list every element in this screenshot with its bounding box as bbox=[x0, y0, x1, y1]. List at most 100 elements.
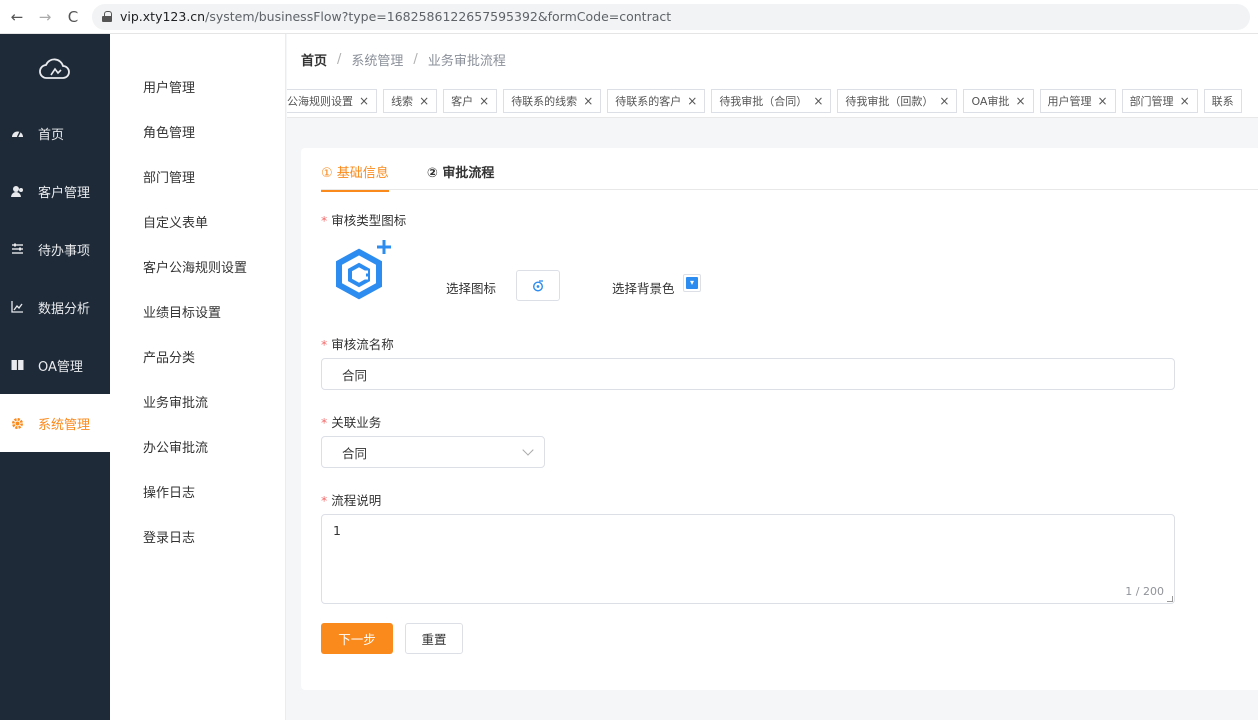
icon-field-label: * 审核类型图标 bbox=[321, 210, 406, 229]
close-icon[interactable]: × bbox=[479, 94, 489, 108]
tab-label: OA审批 bbox=[971, 95, 1010, 108]
steps-divider bbox=[321, 189, 1258, 190]
tab-item[interactable]: 待联系的线索 × bbox=[503, 89, 602, 113]
url-path: /system/businessFlow?type=16825861226575… bbox=[205, 9, 672, 24]
close-icon[interactable]: × bbox=[1180, 94, 1190, 108]
submenu-item[interactable]: 角色管理 bbox=[110, 111, 285, 156]
close-icon[interactable]: × bbox=[1015, 94, 1025, 108]
pick-icon-button[interactable] bbox=[516, 270, 560, 301]
tab-label: 联系 bbox=[1211, 95, 1234, 108]
step-approval-flow[interactable]: ② 审批流程 bbox=[427, 162, 495, 192]
flow-description-value: 1 bbox=[333, 523, 341, 538]
tab-label: 待联系的客户 bbox=[615, 95, 682, 108]
tab-item[interactable]: 待我审批（回款） × bbox=[837, 89, 958, 113]
tab-item[interactable]: OA审批 × bbox=[963, 89, 1034, 113]
tab-item[interactable]: 联系 bbox=[1203, 89, 1242, 113]
required-mark: * bbox=[321, 337, 328, 352]
step-tabs: ① 基础信息 ② 审批流程 bbox=[321, 162, 532, 192]
tabs-bar: 公海规则设置 × 线索 × 客户 × 待联系的线索 × 待联系的客户 × 待我审批（合同）… bbox=[287, 84, 1258, 118]
submenu-item[interactable]: 办公审批流 bbox=[110, 426, 285, 471]
tab-label: 公海规则设置 bbox=[287, 95, 353, 108]
close-icon[interactable]: × bbox=[687, 94, 697, 108]
sidebar-item-label: 待办事项 bbox=[38, 243, 91, 259]
tab-item[interactable]: 公海规则设置 × bbox=[287, 89, 378, 113]
close-icon[interactable]: × bbox=[419, 94, 429, 108]
book-icon bbox=[10, 358, 24, 372]
sidebar-item-label: 客户管理 bbox=[38, 185, 91, 201]
sidebar-item-customers[interactable]: 客户管理 bbox=[0, 162, 110, 220]
main-sidebar: 首页 客户管理 待办事项 数据分析 OA管理 系统管理 bbox=[0, 34, 110, 720]
submenu-item[interactable]: 客户公海规则设置 bbox=[110, 246, 285, 291]
tasks-icon bbox=[10, 242, 24, 256]
close-icon[interactable]: × bbox=[813, 94, 823, 108]
cloud-logo-icon bbox=[0, 34, 110, 104]
tab-item[interactable]: 客户 × bbox=[443, 89, 498, 113]
label-text: 流程说明 bbox=[331, 493, 382, 508]
breadcrumb-home[interactable]: 首页 bbox=[301, 50, 327, 69]
submenu-item[interactable]: 部门管理 bbox=[110, 156, 285, 201]
forward-arrow-icon[interactable]: → bbox=[34, 6, 56, 28]
close-icon[interactable]: × bbox=[939, 94, 949, 108]
tab-item[interactable]: 线索 × bbox=[383, 89, 438, 113]
tab-label: 用户管理 bbox=[1047, 95, 1092, 108]
tab-item[interactable]: 待我审批（合同） × bbox=[711, 89, 832, 113]
label-text: 关联业务 bbox=[331, 415, 382, 430]
breadcrumb-system[interactable]: 系统管理 bbox=[351, 50, 403, 69]
sidebar-item-oa[interactable]: OA管理 bbox=[0, 336, 110, 394]
flow-name-value: 合同 bbox=[342, 367, 368, 383]
breadcrumb-current: 业务审批流程 bbox=[427, 53, 506, 69]
sidebar-item-analytics[interactable]: 数据分析 bbox=[0, 278, 110, 336]
reload-icon[interactable]: C bbox=[62, 6, 84, 28]
submenu-item[interactable]: 自定义表单 bbox=[110, 201, 285, 246]
sidebar-item-label: 数据分析 bbox=[38, 301, 91, 317]
sidebar-item-label: 系统管理 bbox=[38, 417, 91, 433]
tab-item[interactable]: 用户管理 × bbox=[1039, 89, 1116, 113]
required-mark: * bbox=[321, 213, 328, 228]
submenu-item[interactable]: 业务审批流 bbox=[110, 381, 285, 426]
submenu-item[interactable]: 业绩目标设置 bbox=[110, 291, 285, 336]
close-icon[interactable]: × bbox=[1098, 94, 1108, 108]
business-select-value: 合同 bbox=[342, 445, 368, 461]
chevron-down-icon: ▾ bbox=[686, 277, 698, 289]
submenu-item[interactable]: 操作日志 bbox=[110, 471, 285, 516]
tab-item[interactable]: 待联系的客户 × bbox=[607, 89, 706, 113]
main-content: 首页 / 系统管理 / 业务审批流程 公海规则设置 × 线索 × 客户 × 待联系的线… bbox=[287, 34, 1258, 720]
tab-item[interactable]: 部门管理 × bbox=[1121, 89, 1198, 113]
form-card: ① 基础信息 ② 审批流程 * 审核类型图标 选择图标 选择背景色 ▾ * 审核流名… bbox=[301, 148, 1258, 690]
submenu-item[interactable]: 登录日志 bbox=[110, 516, 285, 561]
next-step-button[interactable]: 下一步 bbox=[321, 623, 393, 654]
pick-bg-color-label: 选择背景色 bbox=[612, 281, 675, 296]
resize-handle-icon[interactable] bbox=[1167, 596, 1173, 602]
close-icon[interactable]: × bbox=[359, 94, 369, 108]
sidebar-item-label: 首页 bbox=[38, 127, 65, 143]
chevron-down-icon bbox=[522, 444, 534, 456]
step-basic-info[interactable]: ① 基础信息 bbox=[321, 162, 389, 192]
breadcrumb-separator: / bbox=[337, 51, 342, 67]
submenu-item[interactable]: 产品分类 bbox=[110, 336, 285, 381]
tab-label: 部门管理 bbox=[1129, 95, 1174, 108]
close-icon[interactable]: × bbox=[583, 94, 593, 108]
lock-icon bbox=[102, 11, 112, 22]
name-field-label: * 审核流名称 bbox=[321, 334, 394, 353]
tab-label: 客户 bbox=[451, 95, 474, 108]
address-bar[interactable]: vip.xty123.cn /system/businessFlow?type=… bbox=[92, 3, 1250, 30]
reset-button[interactable]: 重置 bbox=[405, 623, 463, 654]
dashboard-icon bbox=[10, 126, 24, 140]
bg-color-picker[interactable]: ▾ bbox=[683, 274, 701, 292]
required-mark: * bbox=[321, 493, 328, 508]
sidebar-item-home[interactable]: 首页 bbox=[0, 104, 110, 162]
users-icon bbox=[10, 184, 24, 198]
flow-name-input[interactable]: 合同 bbox=[321, 358, 1175, 390]
submenu-item[interactable]: 用户管理 bbox=[110, 66, 285, 111]
business-select[interactable]: 合同 bbox=[321, 436, 545, 468]
palette-icon bbox=[532, 279, 544, 292]
char-counter: 1 / 200 bbox=[1125, 585, 1164, 598]
sidebar-item-todos[interactable]: 待办事项 bbox=[0, 220, 110, 278]
breadcrumb: 首页 / 系统管理 / 业务审批流程 bbox=[287, 34, 1258, 84]
label-text: 审核类型图标 bbox=[331, 213, 407, 228]
label-text: 审核流名称 bbox=[331, 337, 394, 352]
sidebar-item-system[interactable]: 系统管理 bbox=[0, 394, 110, 452]
flow-description-textarea[interactable]: 1 1 / 200 bbox=[321, 514, 1175, 604]
back-arrow-icon[interactable]: ← bbox=[6, 6, 28, 28]
gear-icon bbox=[10, 416, 24, 430]
